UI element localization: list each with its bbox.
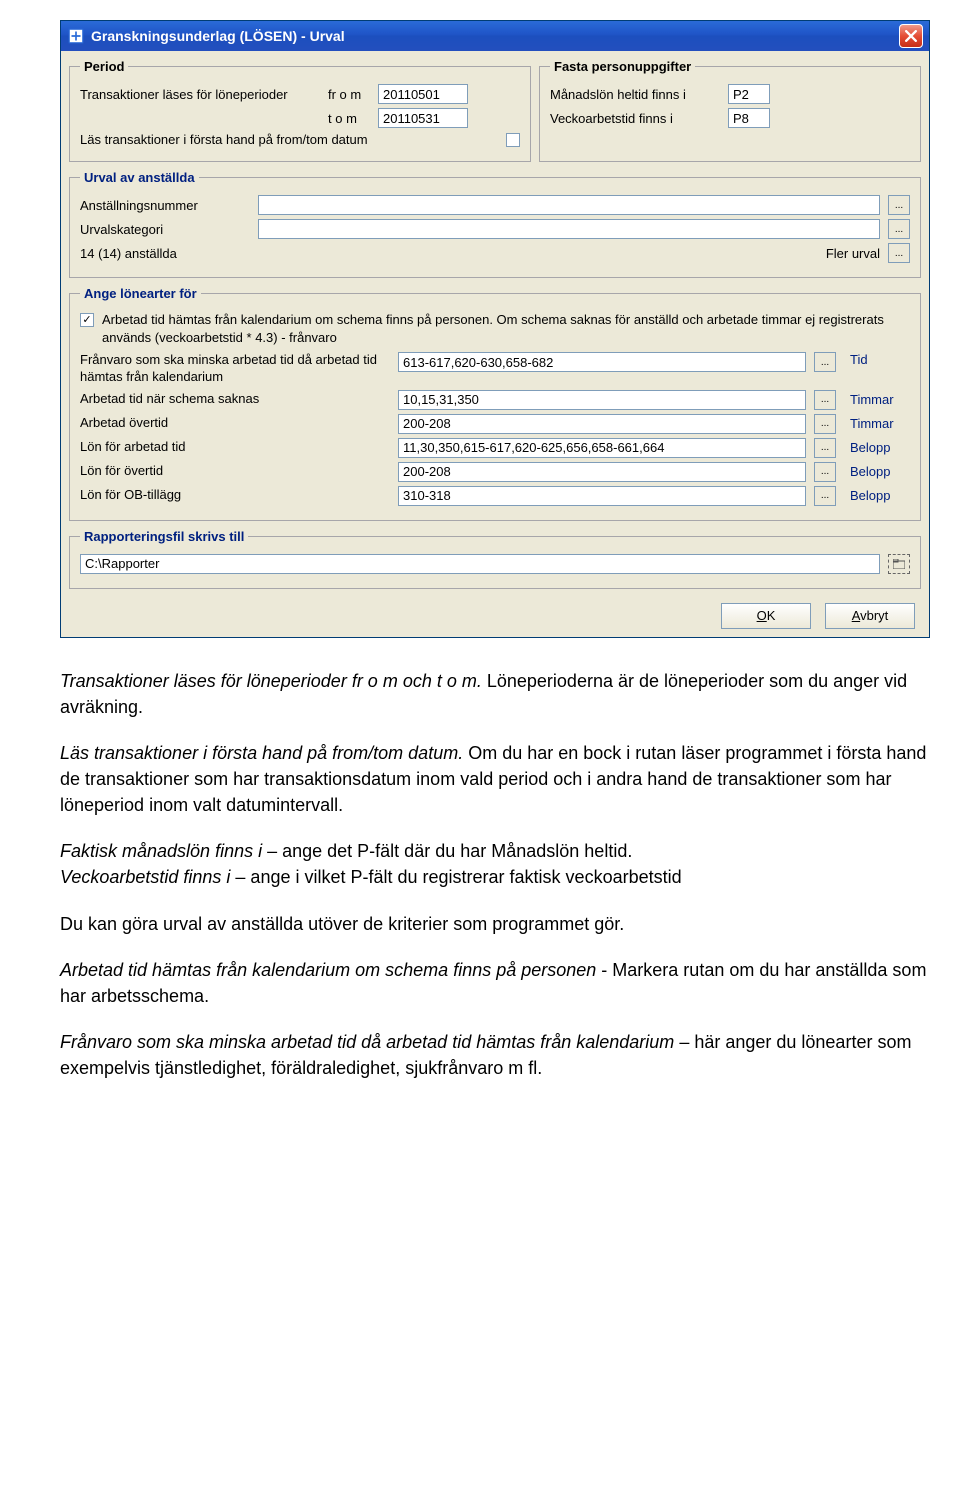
close-button[interactable]	[899, 24, 923, 48]
period-legend: Period	[80, 59, 128, 74]
window-body: Period Transaktioner läses för löneperio…	[61, 51, 929, 637]
lon-overtid-unit: Belopp	[850, 464, 910, 479]
doc-p3d: – ange i vilket P-fält du registrerar fa…	[230, 867, 681, 887]
kalendarium-text: Arbetad tid hämtas från kalendarium om s…	[102, 311, 910, 346]
titlebar: Granskningsunderlag (LÖSEN) - Urval	[61, 21, 929, 51]
schema-saknas-browse-button[interactable]: ...	[814, 390, 836, 410]
anst-input[interactable]	[258, 195, 880, 215]
lon-overtid-input[interactable]	[398, 462, 806, 482]
franvaro-unit: Tid	[850, 352, 910, 367]
franvaro-input[interactable]	[398, 352, 806, 372]
lon-ob-unit: Belopp	[850, 488, 910, 503]
doc-p6a: Frånvaro som ska minska arbetad tid då a…	[60, 1032, 674, 1052]
manadslon-input[interactable]	[728, 84, 770, 104]
manadslon-label: Månadslön heltid finns i	[550, 87, 720, 102]
overtid-browse-button[interactable]: ...	[814, 414, 836, 434]
kategori-input[interactable]	[258, 219, 880, 239]
app-icon	[67, 27, 85, 45]
lonearter-group: Ange lönearter för Arbetad tid hämtas fr…	[69, 286, 921, 521]
period-group: Period Transaktioner läses för löneperio…	[69, 59, 531, 162]
count-label: 14 (14) anställda	[80, 246, 818, 261]
doc-p3b: – ange det P-fält där du har Månadslön h…	[262, 841, 632, 861]
doc-p3c: Veckoarbetstid finns i	[60, 867, 230, 887]
trans-label: Transaktioner läses för löneperioder	[80, 87, 320, 102]
overtid-label: Arbetad övertid	[80, 415, 390, 432]
from-date-input[interactable]	[378, 84, 468, 104]
rapport-path-input[interactable]	[80, 554, 880, 574]
doc-p5a: Arbetad tid hämtas från kalendarium om s…	[60, 960, 596, 980]
vecko-input[interactable]	[728, 108, 770, 128]
schema-saknas-unit: Timmar	[850, 392, 910, 407]
cancel-button[interactable]: Avbryt	[825, 603, 915, 629]
to-label: t o m	[328, 111, 370, 126]
schema-saknas-label: Arbetad tid när schema saknas	[80, 391, 390, 408]
kalendarium-checkbox[interactable]	[80, 313, 94, 327]
franvaro-browse-button[interactable]: ...	[814, 352, 836, 372]
franvaro-label: Frånvaro som ska minska arbetad tid då a…	[80, 352, 390, 386]
urval-legend: Urval av anställda	[80, 170, 199, 185]
doc-p2a: Läs transaktioner i första hand på from/…	[60, 743, 463, 763]
read-first-hand-checkbox[interactable]	[506, 133, 520, 147]
lon-ob-browse-button[interactable]: ...	[814, 486, 836, 506]
doc-p1a: Transaktioner läses för löneperioder fr …	[60, 671, 482, 691]
lon-overtid-browse-button[interactable]: ...	[814, 462, 836, 482]
fler-urval-label: Fler urval	[826, 246, 880, 261]
fler-urval-button[interactable]: ...	[888, 243, 910, 263]
rapport-legend: Rapporteringsfil skrivs till	[80, 529, 248, 544]
from-label: fr o m	[328, 87, 370, 102]
overtid-unit: Timmar	[850, 416, 910, 431]
urval-group: Urval av anställda Anställningsnummer ..…	[69, 170, 921, 278]
fasta-group: Fasta personuppgifter Månadslön heltid f…	[539, 59, 921, 162]
anst-browse-button[interactable]: ...	[888, 195, 910, 215]
to-date-input[interactable]	[378, 108, 468, 128]
fasta-legend: Fasta personuppgifter	[550, 59, 695, 74]
schema-saknas-input[interactable]	[398, 390, 806, 410]
lon-arbetad-unit: Belopp	[850, 440, 910, 455]
lonearter-legend: Ange lönearter för	[80, 286, 201, 301]
doc-p4: Du kan göra urval av anställda utöver de…	[60, 911, 930, 937]
kategori-label: Urvalskategori	[80, 222, 250, 237]
lon-overtid-label: Lön för övertid	[80, 463, 390, 480]
anst-label: Anställningsnummer	[80, 198, 250, 213]
rapport-browse-button[interactable]	[888, 554, 910, 574]
read-first-hand-label: Läs transaktioner i första hand på from/…	[80, 132, 498, 147]
window-title: Granskningsunderlag (LÖSEN) - Urval	[91, 28, 899, 44]
kategori-browse-button[interactable]: ...	[888, 219, 910, 239]
dialog-window: Granskningsunderlag (LÖSEN) - Urval Peri…	[60, 20, 930, 638]
lon-ob-input[interactable]	[398, 486, 806, 506]
ok-button[interactable]: OK	[721, 603, 811, 629]
lon-arbetad-input[interactable]	[398, 438, 806, 458]
overtid-input[interactable]	[398, 414, 806, 434]
doc-p3a: Faktisk månadslön finns i	[60, 841, 262, 861]
lon-arbetad-label: Lön för arbetad tid	[80, 439, 390, 456]
document-body: Transaktioner läses för löneperioder fr …	[60, 668, 930, 1081]
lon-arbetad-browse-button[interactable]: ...	[814, 438, 836, 458]
vecko-label: Veckoarbetstid finns i	[550, 111, 720, 126]
lon-ob-label: Lön för OB-tillägg	[80, 487, 390, 504]
rapport-group: Rapporteringsfil skrivs till	[69, 529, 921, 589]
